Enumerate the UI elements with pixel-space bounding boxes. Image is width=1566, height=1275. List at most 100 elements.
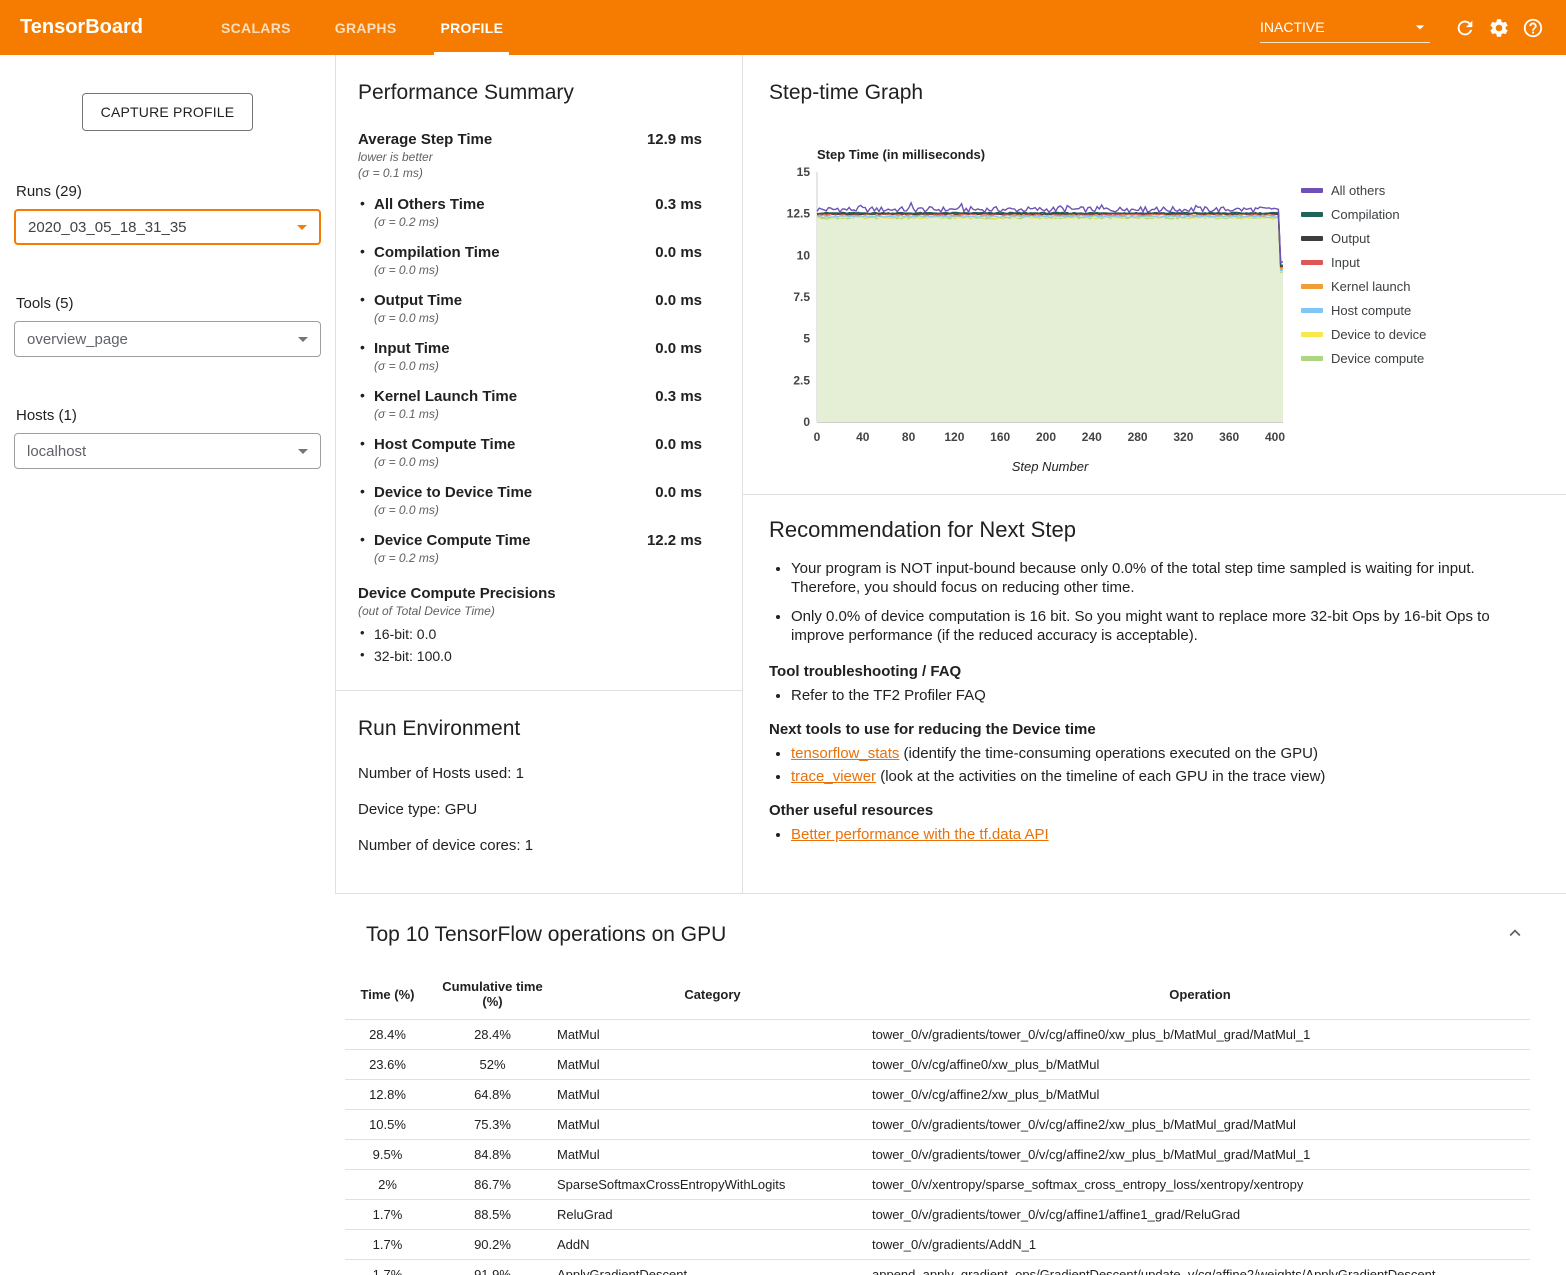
legend-label: Device compute xyxy=(1331,351,1424,366)
dropdown-arrow-icon xyxy=(298,337,308,342)
tab-scalars[interactable]: SCALARS xyxy=(199,0,313,55)
cell-time: 23.6% xyxy=(345,1050,430,1080)
table-row: 1.7% 91.9% ApplyGradientDescent append_a… xyxy=(345,1260,1530,1275)
cell-time: 9.5% xyxy=(345,1140,430,1170)
faq-item: Refer to the TF2 Profiler FAQ xyxy=(791,686,1526,705)
metric-value: 12.9 ms xyxy=(647,131,702,180)
cell-operation: append_apply_gradient_ops/GradientDescen… xyxy=(870,1260,1530,1275)
step-time-chart: 02.557.51012.515040801201602002402803203… xyxy=(783,166,1289,448)
run-environment-title: Run Environment xyxy=(358,717,702,741)
legend-swatch xyxy=(1301,356,1323,361)
tools-dropdown[interactable]: overview_page xyxy=(14,321,321,357)
cell-operation: tower_0/v/gradients/tower_0/v/cg/affine1… xyxy=(870,1200,1530,1230)
run-environment-line: Number of Hosts used: 1 xyxy=(358,765,702,782)
column-header-time: Time (%) xyxy=(345,973,430,1020)
metric-label: Host Compute Time xyxy=(374,436,515,453)
table-body: 28.4% 28.4% MatMul tower_0/v/gradients/t… xyxy=(345,1020,1530,1275)
table-row: 10.5% 75.3% MatMul tower_0/v/gradients/t… xyxy=(345,1110,1530,1140)
cell-time: 2% xyxy=(345,1170,430,1200)
table-row: 23.6% 52% MatMul tower_0/v/cg/affine0/xw… xyxy=(345,1050,1530,1080)
table-row: 1.7% 88.5% ReluGrad tower_0/v/gradients/… xyxy=(345,1200,1530,1230)
run-environment-list: Number of Hosts used: 1 Device type: GPU… xyxy=(358,765,702,854)
refresh-icon xyxy=(1454,17,1476,39)
column-header-cumulative: Cumulative time (%) xyxy=(430,973,555,1020)
next-tool-item: tensorflow_stats (identify the time-cons… xyxy=(791,744,1526,763)
help-button[interactable] xyxy=(1516,11,1550,45)
app-header: TensorBoard SCALARS GRAPHS PROFILE INACT… xyxy=(0,0,1566,55)
run-status-dropdown[interactable]: INACTIVE xyxy=(1260,13,1430,43)
gear-icon xyxy=(1488,17,1510,39)
capture-profile-button[interactable]: CAPTURE PROFILE xyxy=(82,93,254,131)
cell-time: 1.7% xyxy=(345,1200,430,1230)
metric-sigma: (σ = 0.0 ms) xyxy=(374,455,515,469)
tab-graphs[interactable]: GRAPHS xyxy=(313,0,419,55)
precision-item: 32-bit: 100.0 xyxy=(358,648,702,664)
resource-item: Better performance with the tf.data API xyxy=(791,825,1526,844)
table-header-row: Time (%) Cumulative time (%) Category Op… xyxy=(345,973,1530,1020)
resource-link[interactable]: Better performance with the tf.data API xyxy=(791,826,1049,843)
settings-button[interactable] xyxy=(1482,11,1516,45)
cell-operation: tower_0/v/cg/affine0/xw_plus_b/MatMul xyxy=(870,1050,1530,1080)
hosts-field: Hosts (1) localhost xyxy=(14,407,321,469)
metric-row: Device to Device Time (σ = 0.0 ms) 0.0 m… xyxy=(358,484,702,517)
faq-list: Refer to the TF2 Profiler FAQ xyxy=(769,686,1526,705)
legend-label: All others xyxy=(1331,183,1385,198)
cell-time: 1.7% xyxy=(345,1260,430,1275)
metric-row: Host Compute Time (σ = 0.0 ms) 0.0 ms xyxy=(358,436,702,469)
legend-swatch xyxy=(1301,212,1323,217)
svg-text:2.5: 2.5 xyxy=(793,373,810,387)
svg-text:360: 360 xyxy=(1219,430,1239,444)
top-ops-table: Time (%) Cumulative time (%) Category Op… xyxy=(345,973,1530,1275)
svg-text:400: 400 xyxy=(1265,430,1285,444)
metric-value: 0.0 ms xyxy=(655,340,702,373)
legend-label: Host compute xyxy=(1331,303,1411,318)
page-body: CAPTURE PROFILE Runs (29) 2020_03_05_18_… xyxy=(0,55,1566,1275)
legend-label: Output xyxy=(1331,231,1370,246)
cell-time: 1.7% xyxy=(345,1230,430,1260)
tool-link[interactable]: tensorflow_stats xyxy=(791,745,899,762)
top-ops-card: Top 10 TensorFlow operations on GPU Time… xyxy=(335,894,1566,1275)
cell-cumulative: 88.5% xyxy=(430,1200,555,1230)
svg-text:280: 280 xyxy=(1128,430,1148,444)
metric-row: Compilation Time (σ = 0.0 ms) 0.0 ms xyxy=(358,244,702,277)
cell-category: AddN xyxy=(555,1230,870,1260)
table-row: 1.7% 90.2% AddN tower_0/v/gradients/AddN… xyxy=(345,1230,1530,1260)
run-environment-line: Number of device cores: 1 xyxy=(358,837,702,854)
faq-heading: Tool troubleshooting / FAQ xyxy=(769,663,1526,680)
dropdown-arrow-icon xyxy=(1410,17,1430,37)
metric-row: Output Time (σ = 0.0 ms) 0.0 ms xyxy=(358,292,702,325)
runs-dropdown[interactable]: 2020_03_05_18_31_35 xyxy=(14,209,321,245)
svg-text:40: 40 xyxy=(856,430,870,444)
refresh-button[interactable] xyxy=(1448,11,1482,45)
metric-label: Output Time xyxy=(374,292,462,309)
average-step-time-row: Average Step Time lower is better (σ = 0… xyxy=(358,131,702,180)
precisions-title: Device Compute Precisions xyxy=(358,585,702,602)
column-header-operation: Operation xyxy=(870,973,1530,1020)
metric-sigma: (σ = 0.0 ms) xyxy=(374,263,500,277)
metric-value: 0.3 ms xyxy=(655,388,702,421)
collapse-button[interactable] xyxy=(1500,918,1530,951)
precisions-subtitle: (out of Total Device Time) xyxy=(358,604,702,618)
cell-category: ApplyGradientDescent xyxy=(555,1260,870,1275)
metric-label: All Others Time xyxy=(374,196,485,213)
next-tools-list: tensorflow_stats (identify the time-cons… xyxy=(769,744,1526,786)
tab-profile[interactable]: PROFILE xyxy=(418,0,525,55)
metric-value: 0.0 ms xyxy=(655,436,702,469)
metric-value: 0.0 ms xyxy=(655,484,702,517)
runs-value: 2020_03_05_18_31_35 xyxy=(28,219,297,236)
legend-item: Device compute xyxy=(1301,351,1426,366)
performance-summary-list: All Others Time (σ = 0.2 ms) 0.3 ms Comp… xyxy=(358,196,702,565)
metric-note: lower is better xyxy=(358,150,492,164)
chevron-up-icon xyxy=(1504,922,1526,944)
chart-block: Step Time (in milliseconds) 02.557.51012… xyxy=(783,147,1289,474)
hosts-dropdown[interactable]: localhost xyxy=(14,433,321,469)
cell-cumulative: 86.7% xyxy=(430,1170,555,1200)
tool-link[interactable]: trace_viewer xyxy=(791,768,876,785)
legend-swatch xyxy=(1301,284,1323,289)
cell-operation: tower_0/v/gradients/AddN_1 xyxy=(870,1230,1530,1260)
metric-sigma: (σ = 0.2 ms) xyxy=(374,551,530,565)
right-column: Step-time Graph Step Time (in millisecon… xyxy=(743,55,1566,893)
svg-text:120: 120 xyxy=(944,430,964,444)
legend-item: Device to device xyxy=(1301,327,1426,342)
hosts-label: Hosts (1) xyxy=(16,407,321,424)
